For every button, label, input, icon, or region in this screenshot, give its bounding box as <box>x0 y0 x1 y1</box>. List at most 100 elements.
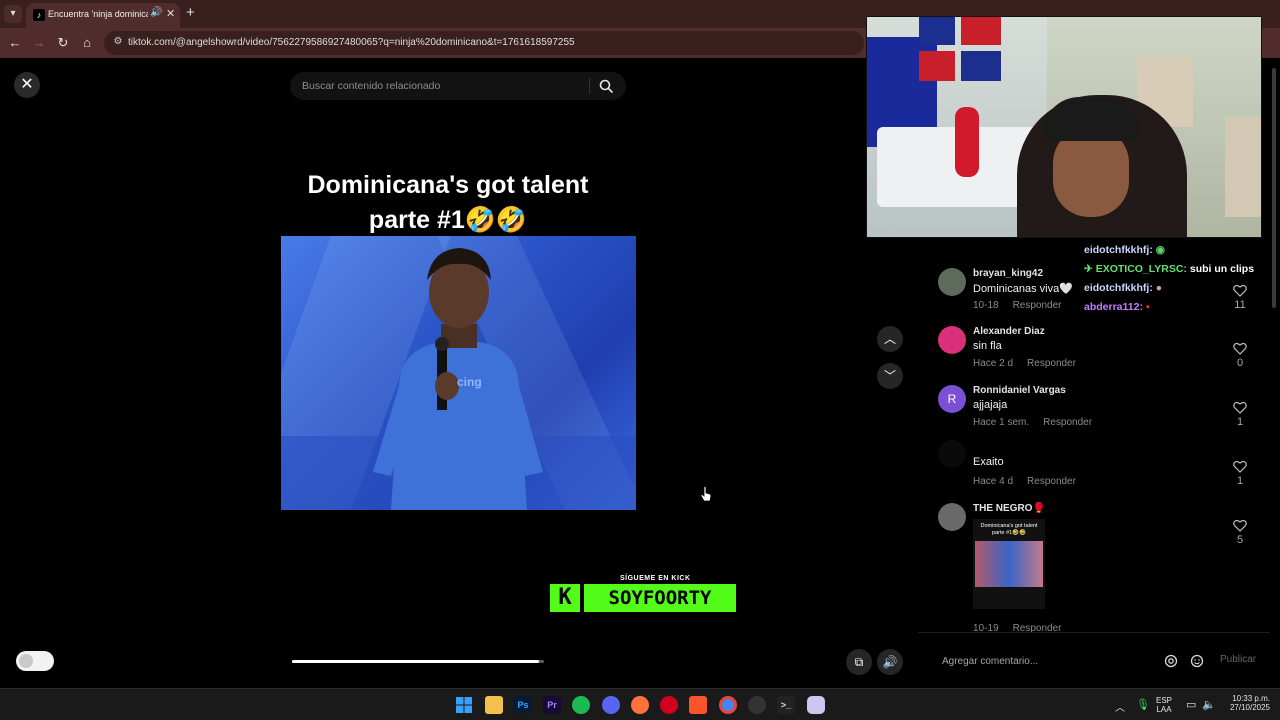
clock[interactable]: 10:33 p.m. 27/10/2025 <box>1224 694 1270 712</box>
tiktok-favicon-icon: ♪ <box>33 9 45 21</box>
spotify-icon[interactable] <box>572 696 590 714</box>
reload-icon[interactable]: ↻ <box>54 34 72 52</box>
tab-close-icon[interactable]: ✕ <box>166 7 175 20</box>
new-tab-button[interactable]: + <box>186 4 195 21</box>
video-player[interactable]: Dominicana's got talent parte #1🤣🤣 cing <box>278 158 638 618</box>
reply-button[interactable]: Responder <box>1013 300 1062 311</box>
file-explorer-icon[interactable] <box>485 696 503 714</box>
search-box[interactable] <box>290 72 626 100</box>
brave-icon[interactable] <box>689 696 707 714</box>
tab-title: Encuentra 'ninja dominicano' <box>48 9 148 19</box>
video-caption: Dominicana's got talent parte #1🤣🤣 <box>278 168 618 238</box>
like-button[interactable]: 0 <box>1230 342 1250 369</box>
clock-time: 10:33 p.m. <box>1232 694 1270 703</box>
scrollbar-thumb[interactable] <box>1272 68 1276 308</box>
site-info-icon[interactable]: ⚙ <box>112 36 124 48</box>
browser-tab[interactable]: ♪ Encuentra 'ninja dominicano' 🔊 ✕ <box>26 3 180 28</box>
network-icon[interactable]: ▭ <box>1186 698 1196 711</box>
firefox-icon[interactable] <box>631 696 649 714</box>
like-count: 0 <box>1236 357 1244 369</box>
next-video-button[interactable]: ﹀ <box>877 363 903 389</box>
photoshop-icon[interactable]: Ps <box>514 696 532 714</box>
mention-icon[interactable] <box>1164 654 1178 668</box>
heart-icon <box>1233 519 1247 532</box>
windows-start-icon[interactable] <box>455 696 473 714</box>
kick-overlay: SÍGUEME EN KICK K SOYFOORTY <box>550 574 740 614</box>
heart-icon <box>1233 342 1247 355</box>
opera-icon[interactable] <box>660 696 678 714</box>
kick-follow-text: SÍGUEME EN KICK <box>620 575 691 582</box>
thumbnail-caption: Dominicana's got talent parte #1🤣🤣 <box>980 523 1038 536</box>
comment-date: Hace 2 d <box>973 358 1014 369</box>
avatar[interactable] <box>938 440 966 468</box>
stream-chat-overlay: eidotchfkkhfj: ◉ ✈ EXOTICO_LYRSC: subi un… <box>1084 244 1254 324</box>
speaker-icon[interactable]: 🔈 <box>1202 698 1216 711</box>
forward-icon[interactable]: → <box>30 34 48 52</box>
comment-username[interactable]: brayan_king42 <box>973 268 1043 279</box>
comment-date: 10-18 <box>973 300 999 311</box>
volume-icon[interactable]: 🔊 <box>877 649 903 675</box>
avatar[interactable]: R <box>938 385 966 413</box>
like-button[interactable]: 1 <box>1230 460 1250 487</box>
heart-icon <box>1233 401 1247 414</box>
comment-text: Exaito <box>973 456 1004 468</box>
url-text[interactable]: tiktok.com/@angelshowrd/video/7562279586… <box>128 37 575 48</box>
close-icon[interactable]: ✕ <box>14 72 40 98</box>
comment-meta: Hace 2 d Responder <box>973 358 1076 369</box>
avatar[interactable] <box>938 503 966 531</box>
emoji-icon[interactable] <box>1190 654 1204 668</box>
back-icon[interactable]: ← <box>6 34 24 52</box>
discord-icon[interactable] <box>602 696 620 714</box>
webcam-overlay <box>866 16 1262 238</box>
comment-date: Hace 1 sem. <box>973 417 1030 428</box>
emote-icon: ◉ <box>1155 244 1165 256</box>
reply-button[interactable]: Responder <box>1027 358 1076 369</box>
comment-username[interactable]: Ronnidaniel Vargas <box>973 385 1066 396</box>
search-divider <box>589 78 590 94</box>
reply-button[interactable]: Responder <box>1027 476 1076 487</box>
like-button[interactable]: 5 <box>1230 519 1250 546</box>
comment-input-bar: Publicar <box>918 632 1270 688</box>
comment-meta: Hace 4 d Responder <box>973 476 1076 487</box>
video-frame[interactable]: cing <box>281 236 636 510</box>
comment-input[interactable] <box>942 653 1152 669</box>
obs-icon[interactable] <box>748 696 766 714</box>
premiere-icon[interactable]: Pr <box>543 696 561 714</box>
previous-video-button[interactable]: ︿ <box>877 326 903 352</box>
language-indicator[interactable]: ESP LAA <box>1156 696 1172 714</box>
chat-text: subi un clips <box>1189 263 1255 275</box>
tray-overflow-icon[interactable]: ︿ <box>1115 699 1125 714</box>
stream-chat-message: abderra112: ▪ <box>1084 301 1150 313</box>
language-line-2: LAA <box>1156 705 1172 714</box>
avatar[interactable] <box>938 326 966 354</box>
video-caption-line-2: parte #1🤣🤣 <box>368 206 528 234</box>
microphone-tray-icon[interactable]: 🎙 <box>1136 698 1150 711</box>
comment-username[interactable]: Alexander Diaz <box>973 326 1045 337</box>
avatar[interactable] <box>938 268 966 296</box>
video-progress-bar[interactable] <box>292 660 544 663</box>
stream-chat-message: eidotchfkkhfj: ● <box>1084 282 1162 294</box>
windows-taskbar: Ps Pr >_ ︿ 🎙 ESP LAA ▭ 🔈 10:33 p.m. 27/1… <box>0 688 1280 720</box>
chrome-icon[interactable] <box>719 696 737 714</box>
search-input[interactable] <box>302 77 582 95</box>
reply-button[interactable]: Responder <box>1043 417 1092 428</box>
emote-icon: ● <box>1155 282 1163 294</box>
kick-channel-name: SOYFOORTY <box>584 584 736 612</box>
publish-button[interactable]: Publicar <box>1220 654 1256 665</box>
clock-date: 27/10/2025 <box>1229 703 1270 712</box>
like-button[interactable]: 1 <box>1230 401 1250 428</box>
home-icon[interactable]: ⌂ <box>78 34 96 52</box>
pip-icon[interactable]: ⧉ <box>846 649 872 675</box>
tab-list-button[interactable]: ▾ <box>4 5 22 23</box>
autoscroll-toggle[interactable] <box>16 651 54 671</box>
app-settings-icon[interactable] <box>807 696 825 714</box>
chat-username: abderra112: <box>1084 301 1143 313</box>
terminal-icon[interactable]: >_ <box>777 696 795 714</box>
comment-username[interactable]: THE NEGRO🥊 <box>973 503 1045 514</box>
comment-video-thumbnail[interactable]: Dominicana's got talent parte #1🤣🤣 <box>973 519 1045 609</box>
comments-scrollbar[interactable] <box>1271 68 1277 628</box>
tab-audio-icon[interactable]: 🔊 <box>150 7 162 18</box>
search-icon[interactable] <box>598 78 614 94</box>
stream-chat-message: ✈ EXOTICO_LYRSC: subi un clips <box>1084 263 1254 275</box>
address-bar[interactable]: ⚙ tiktok.com/@angelshowrd/video/75622795… <box>104 31 864 55</box>
